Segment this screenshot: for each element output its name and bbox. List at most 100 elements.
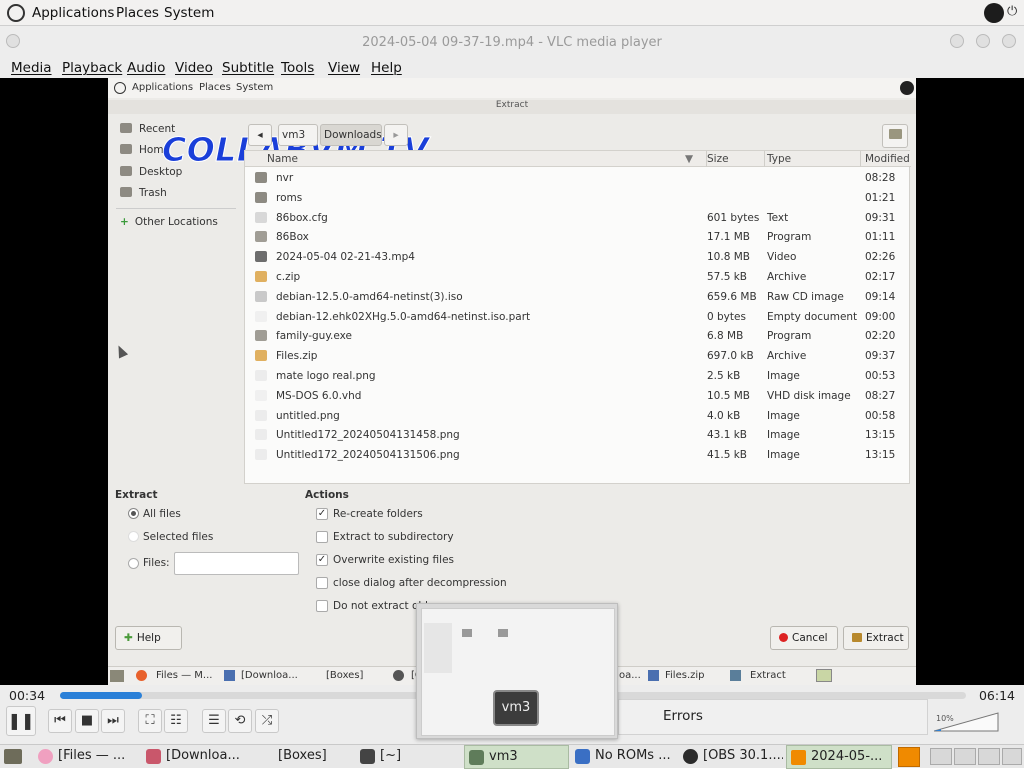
system-menu[interactable]: System: [164, 5, 214, 21]
file-row[interactable]: family-guy.exe 6.8 MB Program 02:20: [245, 327, 911, 347]
folder-icon: [255, 172, 267, 183]
action-checkbox[interactable]: [316, 531, 328, 543]
new-folder-button[interactable]: [882, 124, 908, 148]
file-size: 10.5 MB: [707, 389, 750, 402]
menu-media[interactable]: Media: [11, 60, 52, 76]
taskbar-item-terminal[interactable]: [~]: [356, 745, 456, 769]
action-checkbox[interactable]: ✓: [316, 554, 328, 566]
taskbar-item-boxes[interactable]: [Boxes]: [254, 745, 344, 769]
help-icon: ✚: [124, 632, 133, 644]
file-row[interactable]: Files.zip 697.0 kB Archive 09:37: [245, 347, 911, 367]
menu-tools[interactable]: Tools: [281, 60, 314, 76]
volume-slider[interactable]: 10%: [934, 709, 1000, 733]
shuffle-button[interactable]: ⤮: [255, 709, 279, 733]
window-title: 2024-05-04 09-37-19.mp4 - VLC media play…: [362, 35, 662, 50]
folder-icon: [888, 129, 902, 139]
file-row[interactable]: debian-12.ehk02XHg.5.0-amd64-netinst.iso…: [245, 308, 911, 328]
file-row[interactable]: roms 01:21: [245, 189, 911, 209]
applications-menu[interactable]: Applications: [32, 5, 114, 21]
file-row[interactable]: Untitled172_20240504131506.png 41.5 kB Ima…: [245, 446, 911, 466]
extended-settings-button[interactable]: ☷: [164, 709, 188, 733]
file-name: family-guy.exe: [276, 330, 353, 343]
image-icon: [255, 429, 267, 441]
menu-subtitle[interactable]: Subtitle: [222, 60, 274, 76]
fullscreen-button[interactable]: ⛶: [138, 709, 162, 733]
action-checkbox[interactable]: [316, 577, 328, 589]
path-crumb-vm3[interactable]: vm3: [278, 124, 318, 146]
sidebar-item-trash[interactable]: Trash: [120, 187, 167, 199]
places-menu[interactable]: Places: [116, 5, 159, 21]
menu-view[interactable]: View: [328, 60, 360, 76]
files-pattern-input[interactable]: [174, 552, 299, 575]
file-row[interactable]: c.zip 57.5 kB Archive 02:17: [245, 268, 911, 288]
menu-help[interactable]: Help: [371, 60, 402, 76]
playlist-button[interactable]: ☰: [202, 709, 226, 733]
maximize-icon[interactable]: [976, 34, 990, 48]
file-row[interactable]: debian-12.5.0-amd64-netinst(3).iso 659.6 …: [245, 288, 911, 308]
elapsed-time[interactable]: 00:34: [9, 688, 45, 703]
selected-files-radio[interactable]: [128, 531, 139, 542]
file-size: 43.1 kB: [707, 429, 748, 442]
show-desktop-icon[interactable]: [4, 749, 22, 764]
column-size[interactable]: Size: [707, 153, 729, 165]
file-row[interactable]: 86box.cfg 601 bytes Text 09:31: [245, 209, 911, 229]
stop-button[interactable]: ■: [75, 709, 99, 733]
previous-button[interactable]: ⏮: [48, 709, 72, 733]
file-name: debian-12.ehk02XHg.5.0-amd64-netinst.iso…: [276, 310, 531, 323]
file-row[interactable]: untitled.png 4.0 kB Image 00:58: [245, 407, 911, 427]
files-radio[interactable]: [128, 558, 139, 569]
back-arrow-button[interactable]: ◂: [248, 124, 272, 146]
minimize-icon[interactable]: [950, 34, 964, 48]
next-button[interactable]: ⏭: [101, 709, 125, 733]
taskbar-item-vlc[interactable]: 2024-05-...: [786, 745, 892, 769]
close-icon[interactable]: [1002, 34, 1016, 48]
column-name[interactable]: Name: [267, 153, 298, 165]
vlc-titlebar: 2024-05-04 09-37-19.mp4 - VLC media play…: [0, 26, 1024, 58]
file-row[interactable]: mate logo real.png 2.5 kB Image 00:53: [245, 367, 911, 387]
path-crumb-downloads[interactable]: Downloads: [320, 124, 382, 146]
desktop-icon: [120, 166, 132, 176]
distro-logo-icon[interactable]: [7, 4, 25, 22]
menu-playback[interactable]: Playback: [62, 60, 122, 76]
forward-arrow-button[interactable]: ▸: [384, 124, 408, 146]
extract-button[interactable]: Extract: [843, 626, 909, 650]
all-files-radio[interactable]: [128, 508, 139, 519]
action-checkbox[interactable]: ✓: [316, 508, 328, 520]
file-row[interactable]: Untitled172_20240504131458.png 43.1 kB Ima…: [245, 426, 911, 446]
taskbar-item-files[interactable]: [Files — ...: [34, 745, 136, 769]
file-type: Empty document: [767, 310, 858, 323]
column-type[interactable]: Type: [767, 153, 791, 165]
loop-button[interactable]: ⟲: [228, 709, 252, 733]
sidebar-item-other-locations[interactable]: + Other Locations: [120, 216, 218, 228]
window-thumbnail[interactable]: vm3: [416, 603, 618, 739]
vlc-tray-icon[interactable]: [898, 747, 920, 767]
workspace-2[interactable]: [954, 748, 976, 765]
taskbar-item-no-roms[interactable]: No ROMs ...: [571, 745, 675, 769]
file-row[interactable]: 86Box 17.1 MB Program 01:11: [245, 228, 911, 248]
power-icon[interactable]: ⏻: [1007, 4, 1021, 20]
column-modified[interactable]: Modified: [865, 153, 910, 165]
menu-audio[interactable]: Audio: [127, 60, 165, 76]
workspace-4[interactable]: [1002, 748, 1022, 765]
file-type: Image: [767, 409, 800, 422]
pause-button[interactable]: ❚❚: [6, 706, 36, 736]
workspace-1[interactable]: [930, 748, 952, 765]
file-row[interactable]: 2024-05-04 02-21-43.mp4 10.8 MB Video 02:26: [245, 248, 911, 268]
help-button[interactable]: ✚ Help: [115, 626, 182, 650]
obs-tray-icon[interactable]: [984, 3, 1004, 23]
cancel-button[interactable]: Cancel: [770, 626, 838, 650]
inner-system-menu: System: [236, 82, 274, 93]
taskbar-item-downloads[interactable]: [Downloa...: [142, 745, 250, 769]
menu-video[interactable]: Video: [175, 60, 213, 76]
archive-icon: [255, 271, 267, 282]
taskbar-item-vm3[interactable]: vm3: [464, 745, 569, 769]
workspace-3[interactable]: [978, 748, 1000, 765]
action-checkbox[interactable]: [316, 600, 328, 612]
file-row[interactable]: MS-DOS 6.0.vhd 10.5 MB VHD disk image 08:27: [245, 387, 911, 407]
file-row[interactable]: nvr 08:28: [245, 169, 911, 189]
firefox-icon: [136, 670, 147, 681]
total-time[interactable]: 06:14: [979, 688, 1015, 703]
errors-popup[interactable]: Errors: [618, 699, 928, 735]
taskbar-item-obs[interactable]: [OBS 30.1....: [679, 745, 783, 769]
file-name: 86Box: [276, 231, 309, 244]
